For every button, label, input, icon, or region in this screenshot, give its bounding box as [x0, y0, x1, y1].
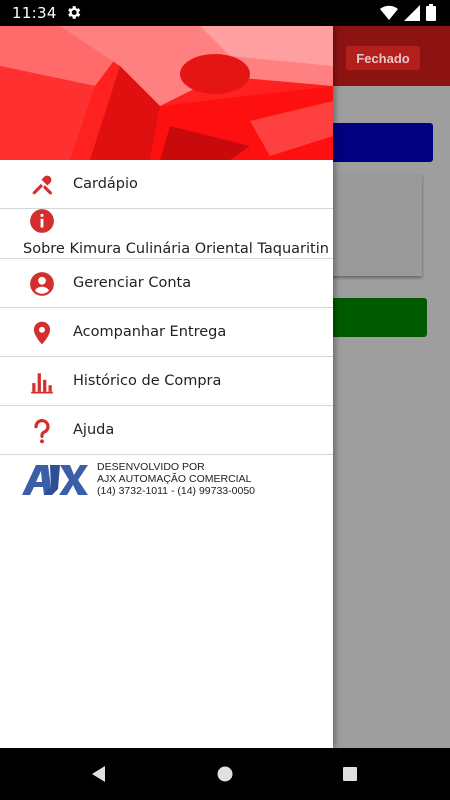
settings-gear-icon: [68, 6, 81, 19]
background-card: [320, 174, 422, 276]
navigation-drawer: Cardápio Sobre Kimura Culinária Oriental…: [0, 26, 333, 748]
store-status-badge: Fechado: [346, 46, 420, 70]
battery-icon: [426, 4, 436, 21]
menu-item-sobre[interactable]: Sobre Kimura Culinária Oriental Taquarit…: [0, 209, 333, 259]
system-indicators: [380, 4, 436, 21]
background-green-button: [320, 298, 427, 337]
info-icon: [28, 207, 56, 235]
credits-line-1: DESENVOLVIDO POR: [97, 461, 205, 473]
menu-item-gerenciar-conta[interactable]: Gerenciar Conta: [0, 259, 333, 308]
status-bar: 11:34: [0, 0, 450, 26]
menu-item-label: Acompanhar Entrega: [73, 324, 227, 340]
bar-chart-icon: [28, 368, 56, 396]
wifi-icon: [380, 5, 398, 20]
status-time: 11:34: [12, 4, 57, 22]
menu-item-label: Gerenciar Conta: [73, 275, 192, 291]
home-button-icon[interactable]: [215, 764, 235, 784]
drawer-header-banner: [0, 26, 333, 160]
menu-item-label: Histórico de Compra: [73, 373, 222, 389]
menu-item-label: Cardápio: [73, 176, 138, 192]
menu-item-label: Sobre Kimura Culinária Oriental Taquarit…: [23, 241, 329, 257]
header-graphic: [0, 26, 333, 160]
drawer-menu: Cardápio Sobre Kimura Culinária Oriental…: [0, 160, 333, 455]
background-blue-button: [320, 123, 433, 162]
credits-line-2: AJX AUTOMAÇÃO COMERCIAL: [97, 473, 252, 485]
account-icon: [28, 270, 56, 298]
location-pin-icon: [28, 319, 56, 347]
ajx-logo: [22, 465, 88, 495]
credits-phone: (14) 3732-1011 - (14) 99733-0050: [97, 485, 255, 497]
credits-text: DESENVOLVIDO POR AJX AUTOMAÇÃO COMERCIAL…: [97, 461, 255, 497]
back-button-icon[interactable]: [89, 764, 109, 784]
question-icon: [28, 417, 56, 445]
recents-button-icon[interactable]: [340, 764, 360, 784]
developer-credits: DESENVOLVIDO POR AJX AUTOMAÇÃO COMERCIAL…: [0, 455, 333, 515]
menu-item-ajuda[interactable]: Ajuda: [0, 406, 333, 455]
utensils-icon: [28, 171, 56, 199]
menu-item-acompanhar-entrega[interactable]: Acompanhar Entrega: [0, 308, 333, 357]
system-navigation-bar: [0, 748, 450, 800]
signal-icon: [404, 4, 420, 21]
menu-item-label: Ajuda: [73, 422, 115, 438]
menu-item-historico-compra[interactable]: Histórico de Compra: [0, 357, 333, 406]
menu-item-cardapio[interactable]: Cardápio: [0, 160, 333, 209]
